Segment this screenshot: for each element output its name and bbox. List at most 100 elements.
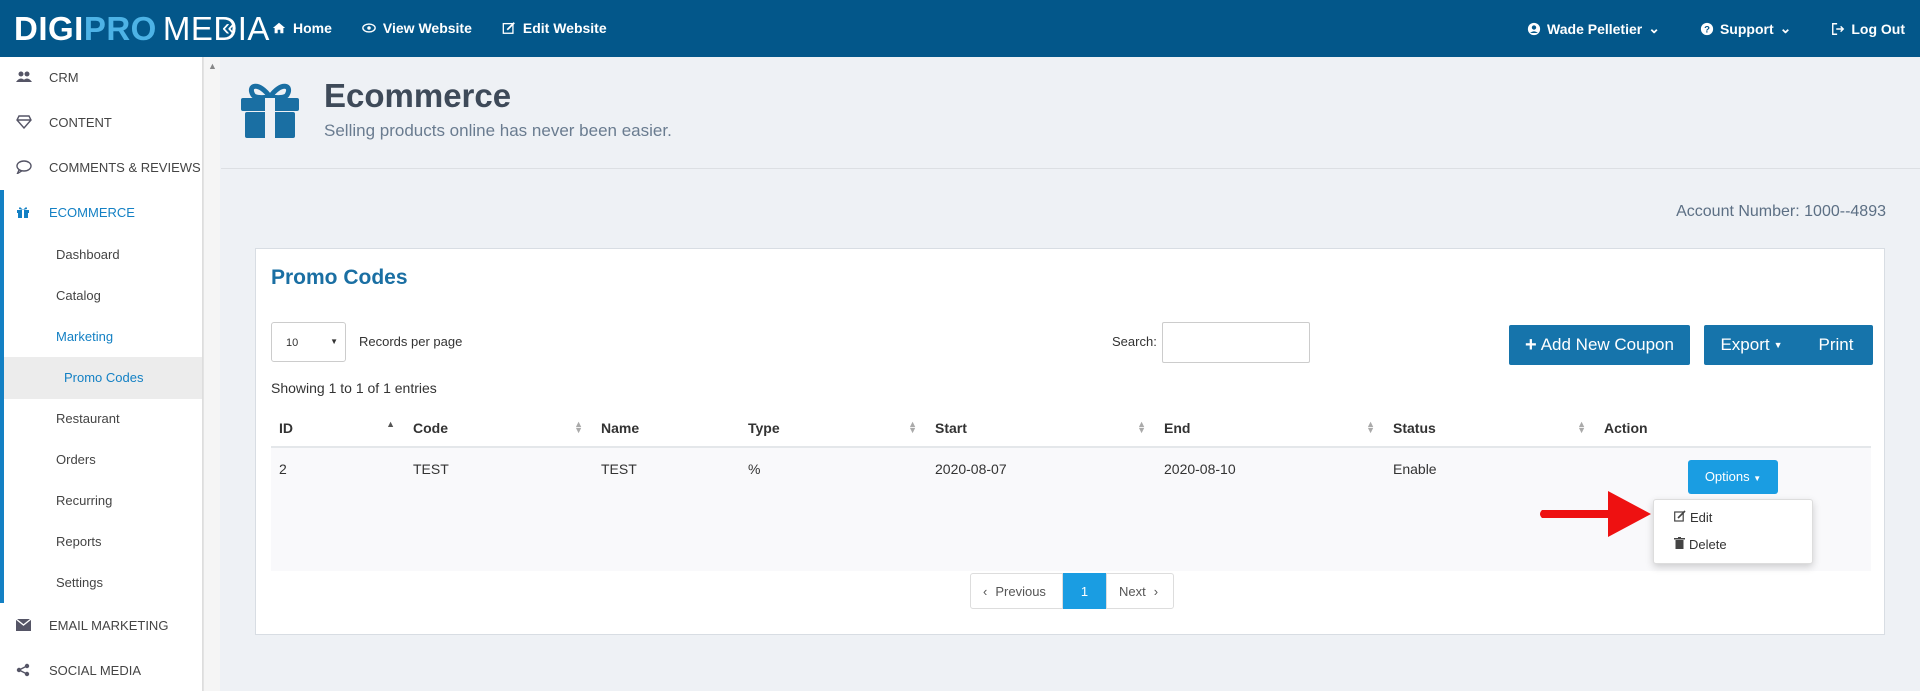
search-input[interactable] [1162, 322, 1310, 363]
nav-home[interactable]: Home [272, 20, 332, 36]
sidebar-item-ecommerce[interactable]: ECOMMERCE [0, 192, 202, 232]
sidebar-subitem-restaurant[interactable]: Restaurant [56, 411, 120, 426]
sidebar-scrollbar[interactable]: ▲ [203, 57, 220, 691]
sidebar-subitem-orders[interactable]: Orders [56, 452, 96, 467]
dropdown-item-edit[interactable]: Edit [1674, 510, 1712, 525]
edit-icon [502, 21, 516, 35]
col-header-label: End [1164, 419, 1191, 436]
sort-asc-icon: ▲ [386, 419, 395, 429]
nav-view-website[interactable]: View Website [362, 20, 472, 36]
comment-icon [16, 160, 36, 174]
col-header-label: Start [935, 419, 967, 436]
nav-view-website-label: View Website [382, 20, 472, 36]
dropdown-item-delete[interactable]: Delete [1674, 537, 1727, 552]
chevron-down-icon: ⌄ [1648, 20, 1660, 36]
sidebar-item-label: COMMENTS & REVIEWS [49, 159, 201, 175]
edit-icon [1674, 510, 1686, 525]
caret-down-icon: ▼ [330, 337, 338, 346]
logout-icon [1831, 22, 1845, 36]
sidebar-subitem-marketing[interactable]: Marketing [56, 329, 113, 344]
col-header-type[interactable]: Type ▲ ▼ [740, 409, 927, 448]
dropdown-delete-label: Delete [1689, 537, 1727, 552]
sidebar-item-label: CONTENT [49, 114, 112, 130]
options-dropdown-menu: Edit Delete [1653, 499, 1813, 564]
cell-name: TEST [593, 447, 740, 571]
logout-link[interactable]: Log Out [1831, 20, 1905, 37]
gift-icon [16, 205, 36, 219]
caret-down-icon: ▼ [1773, 340, 1783, 350]
sidebar-subitem-catalog[interactable]: Catalog [56, 288, 101, 303]
print-button[interactable]: Print [1799, 325, 1873, 365]
support-menu[interactable]: ? Support ⌄ [1700, 20, 1791, 37]
logo-text-media: MEDIA [162, 10, 270, 47]
logo-text-digi: DIGI [14, 10, 84, 47]
cell-end: 2020-08-10 [1156, 447, 1385, 571]
page-subtitle: Selling products online has never been e… [324, 121, 672, 140]
user-menu[interactable]: Wade Pelletier ⌄ [1527, 20, 1660, 37]
sort-icon: ▲ ▼ [1137, 419, 1146, 435]
chevron-down-icon: ⌄ [1779, 20, 1792, 36]
page-title: Ecommerce [324, 77, 512, 114]
sidebar-subitem-promo-codes[interactable]: Promo Codes [64, 370, 143, 385]
sidebar-subitem-reports[interactable]: Reports [56, 534, 102, 549]
collapse-sidebar-icon[interactable]: « [222, 14, 235, 42]
options-label: Options [1704, 469, 1750, 484]
add-new-coupon-button[interactable]: + Add New Coupon [1509, 325, 1690, 365]
svg-text:?: ? [1704, 24, 1710, 35]
sidebar-item-email-marketing[interactable]: EMAIL MARKETING [0, 605, 202, 645]
sidebar-subitem-recurring[interactable]: Recurring [56, 493, 112, 508]
pagination-previous[interactable]: ‹ Previous [970, 573, 1063, 609]
caret-down-icon: ▼ [1753, 474, 1762, 483]
user-circle-icon [1527, 22, 1541, 36]
col-header-id[interactable]: ID ▲ [271, 409, 405, 448]
col-header-end[interactable]: End ▲ ▼ [1156, 409, 1385, 448]
dropdown-edit-label: Edit [1690, 510, 1713, 525]
sidebar-item-crm[interactable]: CRM [0, 57, 202, 97]
col-header-label: ID [279, 419, 293, 436]
col-header-name[interactable]: Name [593, 409, 740, 448]
share-icon [16, 663, 36, 677]
records-per-page-select[interactable]: 10 ▼ [271, 322, 346, 362]
question-icon: ? [1700, 22, 1714, 36]
col-header-action: Action [1596, 409, 1871, 448]
sidebar-item-content[interactable]: CONTENT [0, 102, 202, 142]
sidebar-subitem-settings[interactable]: Settings [56, 575, 103, 590]
col-header-code[interactable]: Code ▲ ▼ [405, 409, 593, 448]
sidebar-item-label: EMAIL MARKETING [49, 617, 169, 633]
col-header-label: Code [413, 419, 448, 436]
col-header-start[interactable]: Start ▲ ▼ [927, 409, 1156, 448]
sort-icon: ▲ ▼ [1577, 419, 1586, 435]
chevron-right-icon: › [1153, 583, 1159, 599]
options-button[interactable]: Options ▼ [1688, 460, 1778, 494]
print-label: Print [1818, 335, 1854, 354]
export-label: Export [1720, 335, 1770, 354]
logout-label: Log Out [1851, 20, 1905, 37]
user-name: Wade Pelletier [1547, 20, 1643, 37]
eye-icon [362, 21, 376, 35]
nav-home-label: Home [293, 20, 332, 36]
cell-code: TEST [405, 447, 593, 571]
sidebar-item-social-media[interactable]: SOCIAL MEDIA [0, 650, 202, 690]
col-header-label: Name [601, 419, 640, 436]
scroll-up-icon[interactable]: ▲ [208, 61, 217, 71]
chevron-left-icon: ‹ [983, 583, 988, 599]
trash-icon [1674, 537, 1685, 552]
sidebar-item-comments-reviews[interactable]: COMMENTS & REVIEWS [0, 147, 202, 187]
entries-info: Showing 1 to 1 of 1 entries [271, 380, 437, 396]
nav-edit-website[interactable]: Edit Website [502, 20, 607, 36]
records-per-page-label: Records per page [359, 334, 463, 349]
cell-type: % [740, 447, 927, 571]
pagination-previous-label: Previous [995, 583, 1046, 599]
pagination-next[interactable]: Next › [1106, 573, 1174, 609]
sidebar-subitem-dashboard[interactable]: Dashboard [56, 247, 120, 262]
home-icon [272, 21, 286, 35]
account-number: Account Number: 1000--4893 [1676, 203, 1886, 220]
export-button[interactable]: Export ▼ [1704, 325, 1799, 365]
pagination-page-1[interactable]: 1 [1063, 573, 1106, 609]
sort-icon: ▲ ▼ [1366, 419, 1375, 435]
col-header-status[interactable]: Status ▲ ▼ [1385, 409, 1596, 448]
sidebar-item-label: CRM [49, 69, 79, 85]
sort-icon: ▲ ▼ [908, 419, 917, 435]
col-header-label: Type [748, 419, 780, 436]
envelope-icon [16, 619, 36, 631]
